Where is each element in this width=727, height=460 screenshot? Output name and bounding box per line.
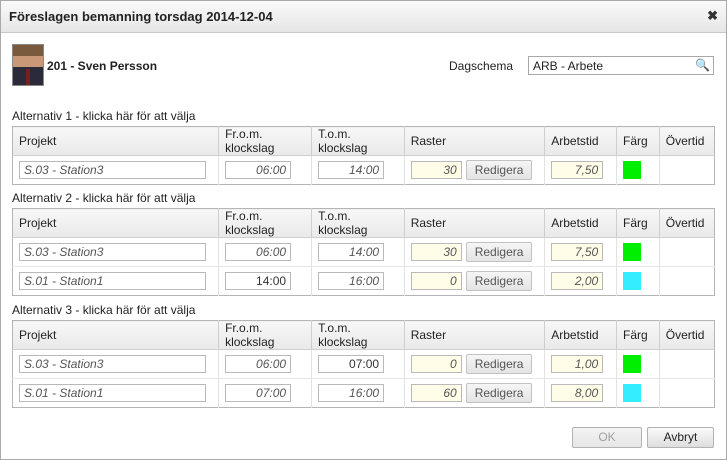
close-icon[interactable]: ✖ [707,8,718,24]
project-field[interactable]: S.03 - Station3 [19,243,206,261]
table-row: S.01 - Station1 07:00 16:00 60 Redigera 8,00 [13,378,715,408]
break-field[interactable]: 30 [410,243,462,261]
column-header: Arbetstid [544,126,617,156]
day-schedule-value: ARB - Arbete [533,59,604,73]
column-header: Färg [616,126,660,156]
column-header: Övertid [658,208,715,238]
break-field[interactable]: 30 [410,161,462,179]
color-swatch[interactable] [623,243,642,261]
column-header: Fr.o.m. klockslag [218,126,312,156]
table-row: S.03 - Station3 06:00 14:00 30 Redigera 7,50 [13,155,715,185]
from-time-field[interactable]: 06:00 [225,355,292,373]
column-header: Projekt [12,126,219,156]
column-header: Övertid [658,126,715,156]
search-icon[interactable]: 🔍 [695,58,710,72]
edit-button[interactable]: Redigera [465,160,533,180]
to-time-field[interactable]: 16:00 [318,272,385,290]
to-time-field[interactable]: 16:00 [318,384,385,402]
edit-button[interactable]: Redigera [465,383,533,403]
worktime-field[interactable]: 1,00 [551,355,604,373]
column-header: T.o.m. klockslag [311,320,405,350]
column-header: T.o.m. klockslag [311,126,405,156]
column-header: T.o.m. klockslag [311,208,405,238]
day-schedule-field[interactable]: ARB - Arbete 🔍 [528,56,714,75]
project-field[interactable]: S.01 - Station1 [19,384,206,402]
break-field[interactable]: 0 [410,272,462,290]
overtime-cell [658,266,715,296]
dialog-title: Föreslagen bemanning torsdag 2014-12-04 [9,9,273,24]
to-time-field[interactable]: 14:00 [318,243,385,261]
color-swatch[interactable] [623,272,642,290]
column-header: Raster [403,320,545,350]
column-header: Projekt [12,208,219,238]
project-field[interactable]: S.01 - Station1 [19,272,206,290]
to-time-field[interactable]: 07:00 [318,355,385,373]
alternative-table-1: Projekt Fr.o.m. klockslag T.o.m. klockslag… [12,126,715,185]
alternative-title-1[interactable]: Alternativ 1 - klicka här för att välja [12,109,195,123]
column-header: Arbetstid [544,320,617,350]
ok-button[interactable]: OK [572,427,642,448]
column-header: Övertid [658,320,715,350]
column-header: Arbetstid [544,208,617,238]
worktime-field[interactable]: 8,00 [551,384,604,402]
worktime-field[interactable]: 7,50 [551,243,604,261]
break-field[interactable]: 0 [410,355,462,373]
color-swatch[interactable] [623,355,642,373]
alternative-title-3[interactable]: Alternativ 3 - klicka här för att välja [12,303,195,317]
avatar [12,44,44,86]
color-swatch[interactable] [623,161,642,179]
overtime-cell [658,237,715,267]
edit-button[interactable]: Redigera [465,271,533,291]
column-header: Raster [403,126,545,156]
overtime-cell [658,155,715,185]
to-time-field[interactable]: 14:00 [318,161,385,179]
alternative-table-2: Projekt Fr.o.m. klockslag T.o.m. klockslag… [12,208,715,296]
person-name: 201 - Sven Persson [47,59,158,73]
from-time-field[interactable]: 06:00 [225,243,292,261]
edit-button[interactable]: Redigera [465,242,533,262]
column-header: Projekt [12,320,219,350]
from-time-field[interactable]: 06:00 [225,161,292,179]
break-field[interactable]: 60 [410,384,462,402]
table-row: S.01 - Station1 14:00 16:00 0 Redigera 2,00 [13,266,715,296]
column-header: Färg [616,208,660,238]
worktime-field[interactable]: 2,00 [551,272,604,290]
color-swatch[interactable] [623,384,642,402]
title-bar: Föreslagen bemanning torsdag 2014-12-04 … [1,1,726,33]
alternative-table-3: Projekt Fr.o.m. klockslag T.o.m. klockslag… [12,320,715,408]
project-field[interactable]: S.03 - Station3 [19,355,206,373]
table-row: S.03 - Station3 06:00 14:00 30 Redigera 7,50 [12,237,715,267]
table-row: S.03 - Station3 06:00 07:00 0 Redigera 1,00 [12,349,715,379]
overtime-cell [658,349,715,379]
overtime-cell [658,378,715,408]
staffing-dialog: Föreslagen bemanning torsdag 2014-12-04 … [0,0,727,460]
edit-button[interactable]: Redigera [465,354,533,374]
alternative-title-2[interactable]: Alternativ 2 - klicka här för att välja [12,191,195,205]
cancel-button[interactable]: Avbryt [647,427,714,448]
column-header: Raster [403,208,545,238]
column-header: Fr.o.m. klockslag [218,320,312,350]
day-schedule-label: Dagschema [449,59,514,73]
from-time-field[interactable]: 07:00 [225,384,292,402]
column-header: Färg [616,320,660,350]
project-field[interactable]: S.03 - Station3 [19,161,206,179]
from-time-field[interactable]: 14:00 [225,272,292,290]
column-header: Fr.o.m. klockslag [218,208,312,238]
worktime-field[interactable]: 7,50 [551,161,604,179]
